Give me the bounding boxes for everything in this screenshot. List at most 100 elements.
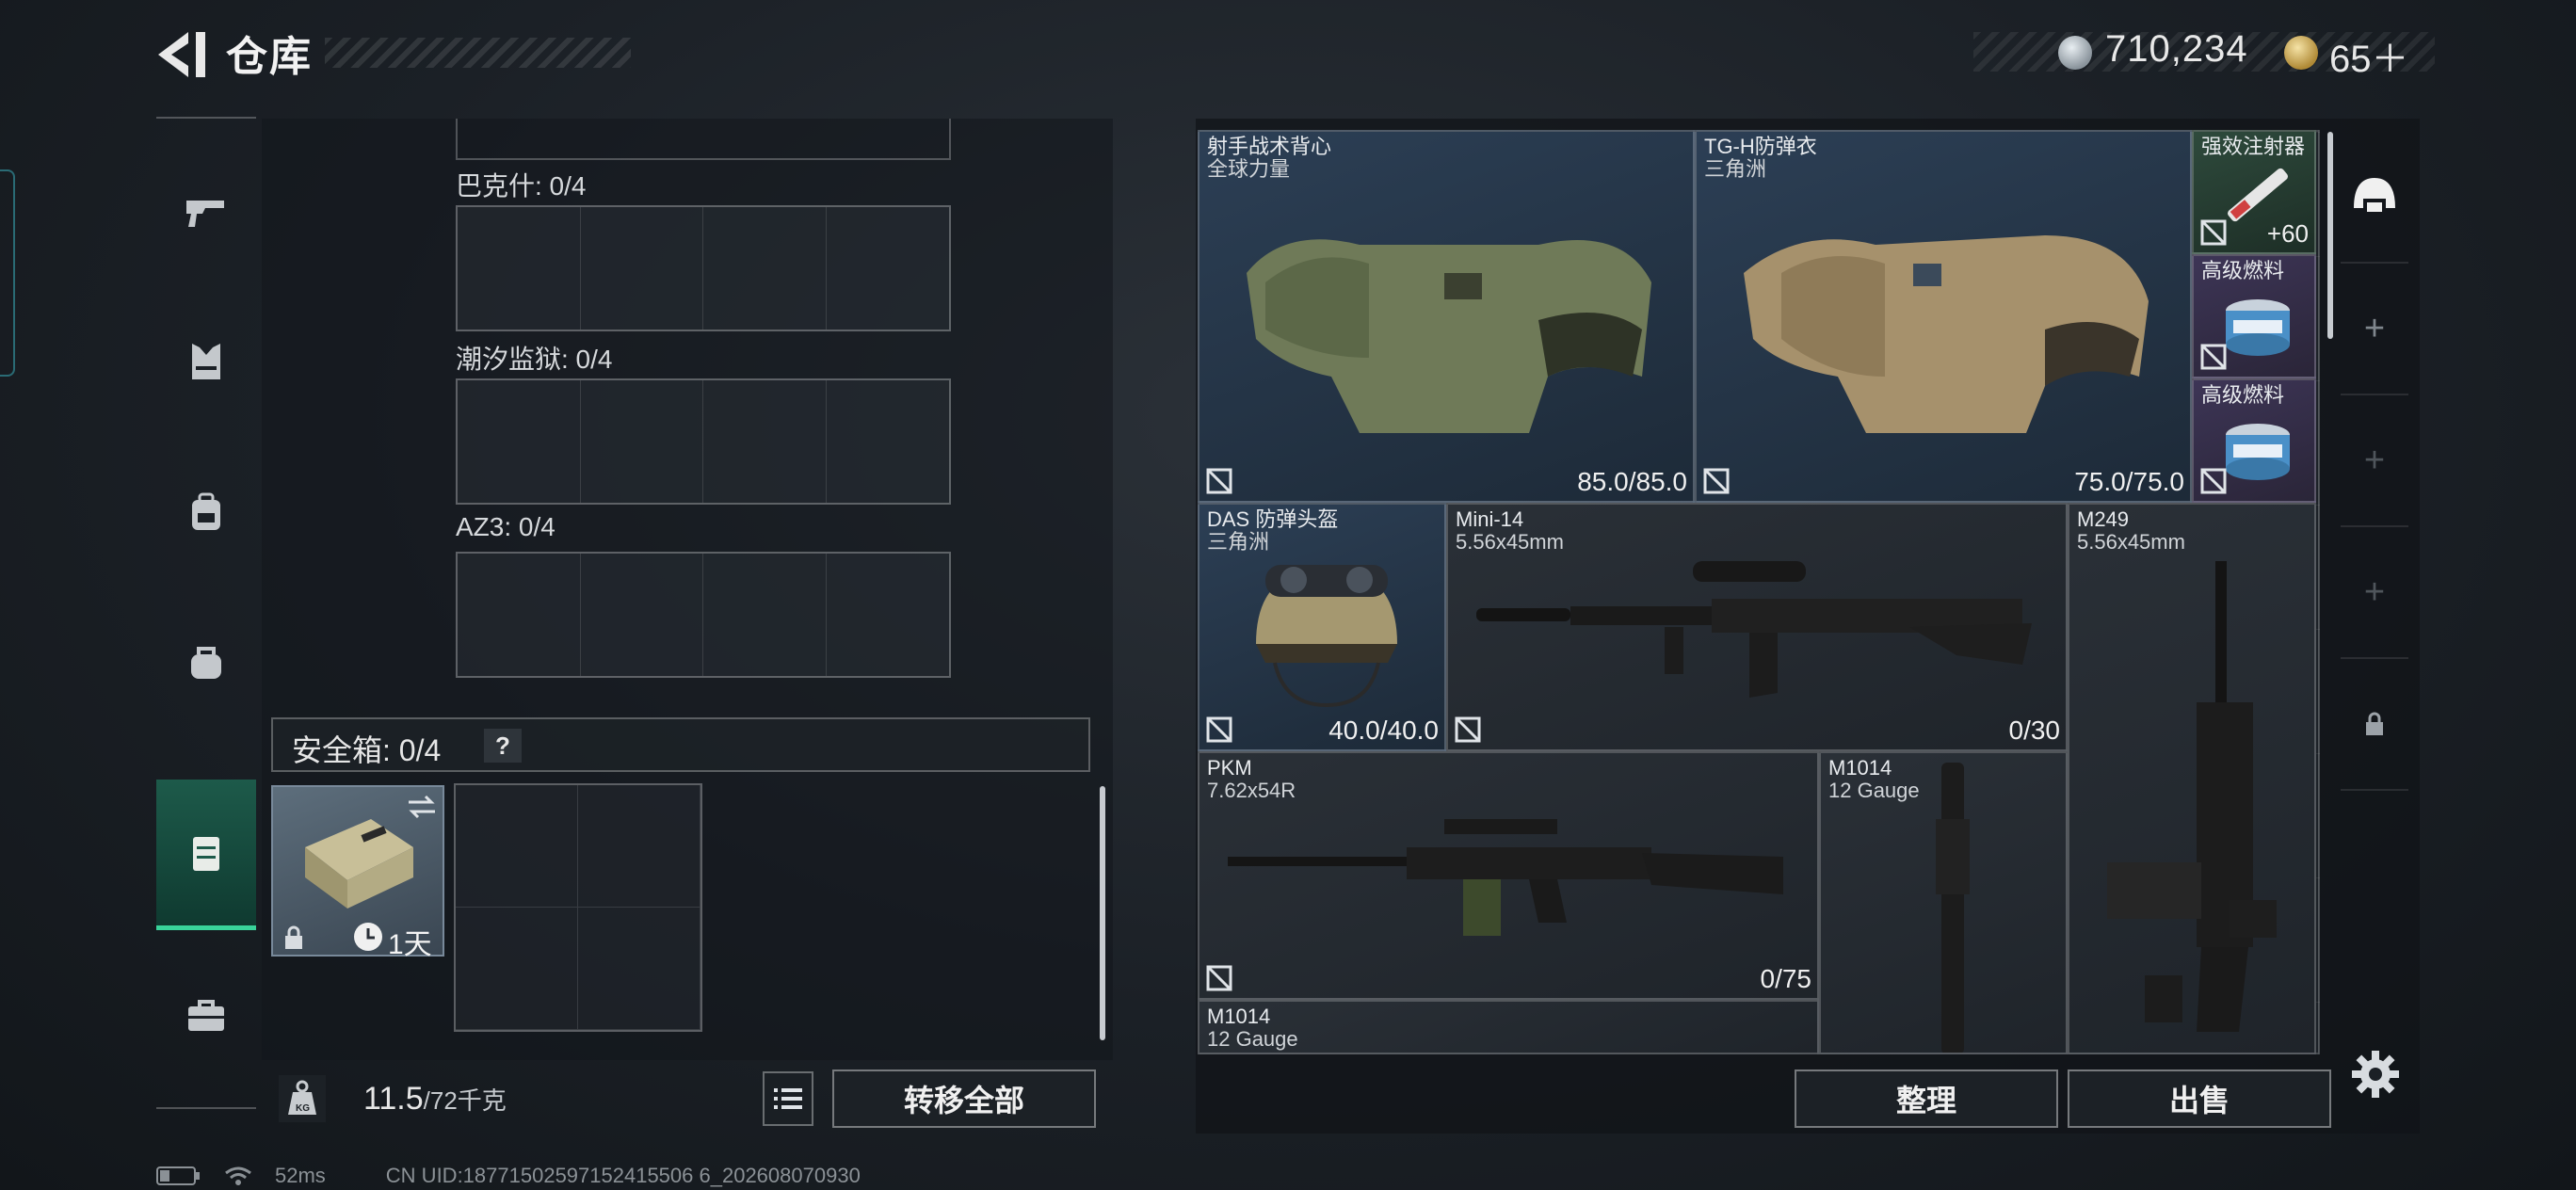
no-insure-icon [1206, 716, 1232, 743]
safe-box-case[interactable]: 1天 [271, 785, 444, 960]
map-storage-grid[interactable] [456, 552, 951, 678]
back-arrow-icon[interactable] [151, 26, 217, 83]
category-vests[interactable] [156, 286, 256, 437]
svg-text:KG: KG [296, 1103, 310, 1114]
item-subtitle: 全球力量 [1207, 157, 1291, 181]
list-view-button[interactable] [763, 1071, 813, 1126]
helmet-slot[interactable] [2341, 132, 2408, 264]
map-storage-grid[interactable] [456, 378, 951, 505]
inventory-item[interactable]: M1014 12 Gauge [1819, 751, 2068, 1054]
gold-coin-icon [2284, 36, 2318, 70]
stash-scrollbar[interactable] [1100, 786, 1105, 1040]
item-ammo: 0/30 [2008, 716, 2061, 745]
silver-coin-icon [2058, 36, 2092, 70]
list-icon [774, 1088, 802, 1109]
weight-capacity: /72千克 [423, 1086, 507, 1115]
swap-icon[interactable] [405, 793, 439, 821]
safe-box-grid[interactable] [454, 783, 702, 1032]
inventory-scrollbar[interactable] [2327, 132, 2333, 339]
category-weapons[interactable] [156, 136, 256, 286]
fuel-can-image [2226, 299, 2290, 356]
category-safe-box[interactable] [156, 780, 256, 930]
item-subtitle: 三角洲 [1704, 157, 1767, 181]
weight-readout: 11.5/72千克 [363, 1081, 507, 1118]
status-bar: 52ms CN UID:18771502597152415506 6_20260… [156, 1164, 861, 1188]
inventory-item[interactable]: PKM 7.62x54R 0/75 [1198, 751, 1819, 1000]
inventory-item[interactable]: 射手战术背心 全球力量 85.0/85.0 [1198, 130, 1695, 503]
inventory-item[interactable]: M1014 12 Gauge [1198, 1000, 1819, 1054]
safe-box-icon [193, 836, 219, 871]
no-insure-icon [2200, 468, 2227, 494]
wifi-icon [225, 1166, 251, 1185]
battery-icon [156, 1166, 200, 1185]
item-durability: 85.0/85.0 [1577, 467, 1687, 496]
no-insure-icon [2200, 219, 2227, 246]
uid-text: CN UID:18771502597152415506 6_2026080709… [385, 1164, 861, 1187]
weight-current: 11.5 [363, 1081, 424, 1117]
helmet-image [1256, 565, 1397, 708]
category-rail [156, 119, 256, 1109]
helmet-icon [2354, 178, 2395, 212]
item-durability: 75.0/75.0 [2074, 467, 2184, 496]
equip-slot[interactable]: + [2341, 395, 2408, 527]
add-icon: + [2363, 308, 2386, 348]
category-backpacks[interactable] [156, 437, 256, 587]
item-name: PKM [1207, 756, 1252, 780]
map-row-label: 巴克什: 0/4 [456, 171, 587, 201]
inventory-item[interactable]: 高级燃料 [2192, 254, 2316, 378]
no-insure-icon [1206, 965, 1232, 991]
weight-icon: KG [279, 1075, 326, 1122]
previous-grid-edge [456, 119, 951, 160]
pistol-icon [186, 201, 224, 227]
item-name: DAS 防弹头盔 [1207, 507, 1339, 531]
item-subtitle: 5.56x45mm [2077, 530, 2185, 554]
equip-slot[interactable]: + [2341, 264, 2408, 395]
equipment-rail: + + + [2341, 132, 2408, 1073]
item-name: Mini-14 [1456, 507, 1524, 531]
inventory-item[interactable]: DAS 防弹头盔 三角洲 40.0/40.0 [1198, 503, 1446, 751]
briefcase-icon [188, 1000, 224, 1031]
shotgun-image [1936, 763, 1970, 1053]
item-name: 高级燃料 [2201, 383, 2285, 407]
inventory-item[interactable]: TG-H防弹衣 三角洲 75.0/75.0 [1695, 130, 2192, 503]
map-storage-grid[interactable] [456, 205, 951, 331]
locked-slot [2341, 659, 2408, 791]
item-heal-amount: +60 [2266, 219, 2309, 248]
equip-slot[interactable]: + [2341, 527, 2408, 659]
inventory-item[interactable]: Mini-14 5.56x45mm 0/30 [1446, 503, 2068, 751]
item-name: M1014 [1207, 1005, 1271, 1028]
item-subtitle: 12 Gauge [1828, 779, 1920, 802]
armor-image [1744, 235, 2149, 433]
item-name: 高级燃料 [2201, 259, 2285, 282]
inventory-item[interactable]: 高级燃料 [2192, 378, 2316, 503]
item-ammo: 0/75 [1760, 964, 1812, 993]
gear-icon[interactable] [2348, 1047, 2403, 1102]
no-insure-icon [2200, 344, 2227, 370]
transfer-all-button[interactable]: 转移全部 [832, 1069, 1096, 1128]
money-amount: 710,234 [2105, 28, 2248, 70]
lock-icon [2366, 712, 2383, 735]
no-insure-icon [1206, 468, 1232, 494]
item-name: M249 [2077, 507, 2130, 531]
add-icon: + [2363, 571, 2386, 612]
vest-image [1247, 239, 1651, 433]
category-rigs[interactable] [156, 587, 256, 738]
no-insure-icon [1455, 716, 1481, 743]
clock-icon [354, 923, 382, 951]
sort-button[interactable]: 整理 [1795, 1069, 2058, 1128]
item-name: M1014 [1828, 756, 1892, 780]
backpack-icon [192, 492, 220, 530]
sell-button[interactable]: 出售 [2068, 1069, 2331, 1128]
premium-amount[interactable]: 65＋ [2329, 28, 2409, 83]
item-name: TG-H防弹衣 [1704, 135, 1817, 158]
fuel-can-image [2226, 424, 2290, 480]
category-briefcase[interactable] [156, 941, 256, 1092]
side-edge-tab[interactable] [0, 169, 15, 377]
lock-icon [285, 925, 302, 949]
help-button[interactable]: ? [484, 729, 522, 763]
inventory-item[interactable]: M249 5.56x45mm [2068, 503, 2316, 1054]
item-subtitle: 12 Gauge [1207, 1027, 1298, 1051]
safe-box-label: 安全箱: 0/4 [292, 733, 442, 767]
inventory-item[interactable]: 强效注射器 +60 [2192, 130, 2316, 254]
bag-icon [191, 647, 221, 679]
